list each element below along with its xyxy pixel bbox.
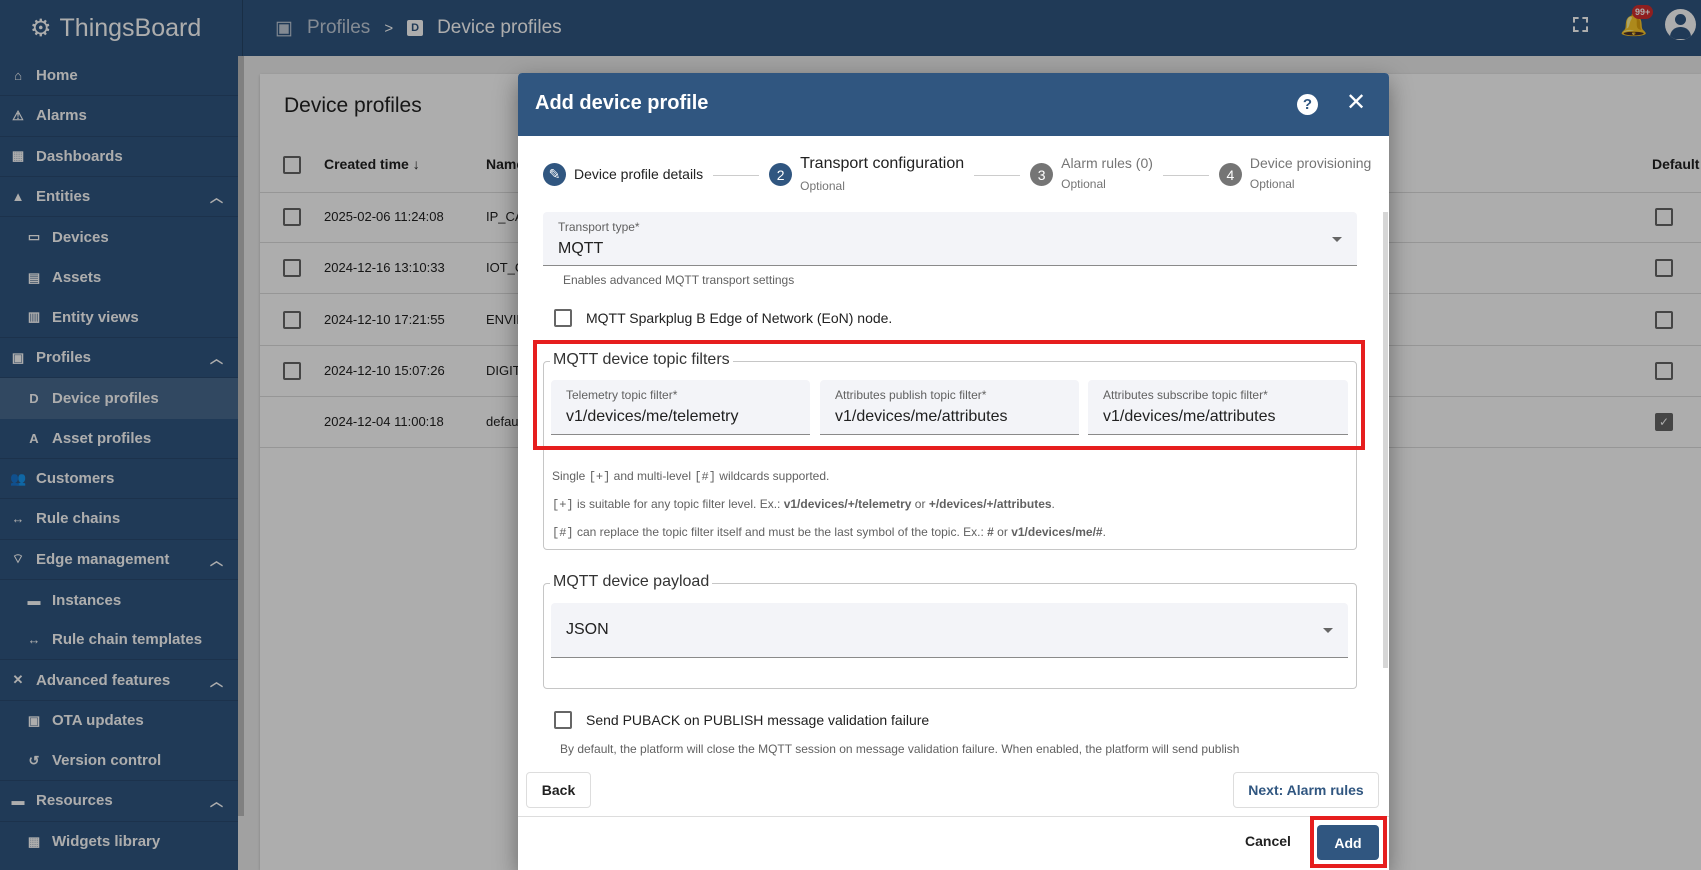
add-device-profile-dialog: Add device profile ? ✕ ✎ Device profile d… <box>518 73 1389 870</box>
step-optional: Optional <box>800 179 845 193</box>
transport-type-label: Transport type* <box>558 220 640 234</box>
puback-description: By default, the platform will close the … <box>560 742 1240 756</box>
wildcards-help-1: Single [+] and multi-level [#] wildcards… <box>552 469 830 484</box>
sparkplug-checkbox[interactable] <box>554 309 572 327</box>
step-label: Alarm rules (0) <box>1061 155 1153 171</box>
highlight-box-add <box>1310 816 1387 868</box>
footer-divider <box>518 816 1389 817</box>
cancel-button[interactable]: Cancel <box>1245 833 1291 849</box>
step-number: 4 <box>1218 163 1242 186</box>
step-2[interactable]: 2 Transport configuration Optional <box>769 155 964 193</box>
transport-type-select[interactable]: Transport type* MQTT <box>543 212 1357 266</box>
dialog-scrollbar[interactable] <box>1383 212 1388 668</box>
step-connector <box>974 175 1021 176</box>
step-3[interactable]: 3 Alarm rules (0) Optional <box>1030 155 1153 191</box>
sparkplug-label: MQTT Sparkplug B Edge of Network (EoN) n… <box>586 310 893 326</box>
step-label: Transport configuration <box>800 155 965 172</box>
step-optional: Optional <box>1249 177 1295 191</box>
close-icon[interactable]: ✕ <box>1346 88 1366 117</box>
step-1[interactable]: ✎ Device profile details <box>543 163 703 186</box>
step-4[interactable]: 4 Device provisioning Optional <box>1218 155 1371 191</box>
payload-type-select[interactable]: JSON <box>551 603 1348 658</box>
edit-pencil-icon: ✎ <box>543 163 566 186</box>
payload-legend: MQTT device payload <box>550 573 713 591</box>
dialog-header: Add device profile ? ✕ <box>518 73 1389 136</box>
dropdown-arrow-icon <box>1323 628 1333 633</box>
payload-type-value: JSON <box>566 621 609 638</box>
next-alarm-rules-button[interactable]: Next: Alarm rules <box>1233 772 1379 808</box>
back-button[interactable]: Back <box>526 772 591 808</box>
transport-type-hint: Enables advanced MQTT transport settings <box>563 273 795 287</box>
step-connector <box>1162 175 1209 176</box>
stepper: ✎ Device profile details 2 Transport config… <box>543 155 1371 193</box>
wildcards-help-3: [#] can replace the topic filter itself … <box>552 525 1106 540</box>
dropdown-arrow-icon <box>1332 237 1342 242</box>
step-label: Device profile details <box>574 166 704 182</box>
step-optional: Optional <box>1061 177 1106 191</box>
highlight-box-topic-filters <box>533 340 1365 450</box>
step-label: Device provisioning <box>1249 155 1372 171</box>
wildcards-help-2: [+] is suitable for any topic filter lev… <box>552 497 1055 512</box>
puback-label: Send PUBACK on PUBLISH message validatio… <box>586 712 930 728</box>
puback-checkbox[interactable] <box>554 711 572 729</box>
step-connector <box>713 175 760 176</box>
step-number: 3 <box>1030 163 1054 186</box>
transport-type-value: MQTT <box>558 240 604 257</box>
step-number: 2 <box>769 163 793 186</box>
help-icon[interactable]: ? <box>1297 94 1318 115</box>
dialog-title: Add device profile <box>535 92 709 114</box>
